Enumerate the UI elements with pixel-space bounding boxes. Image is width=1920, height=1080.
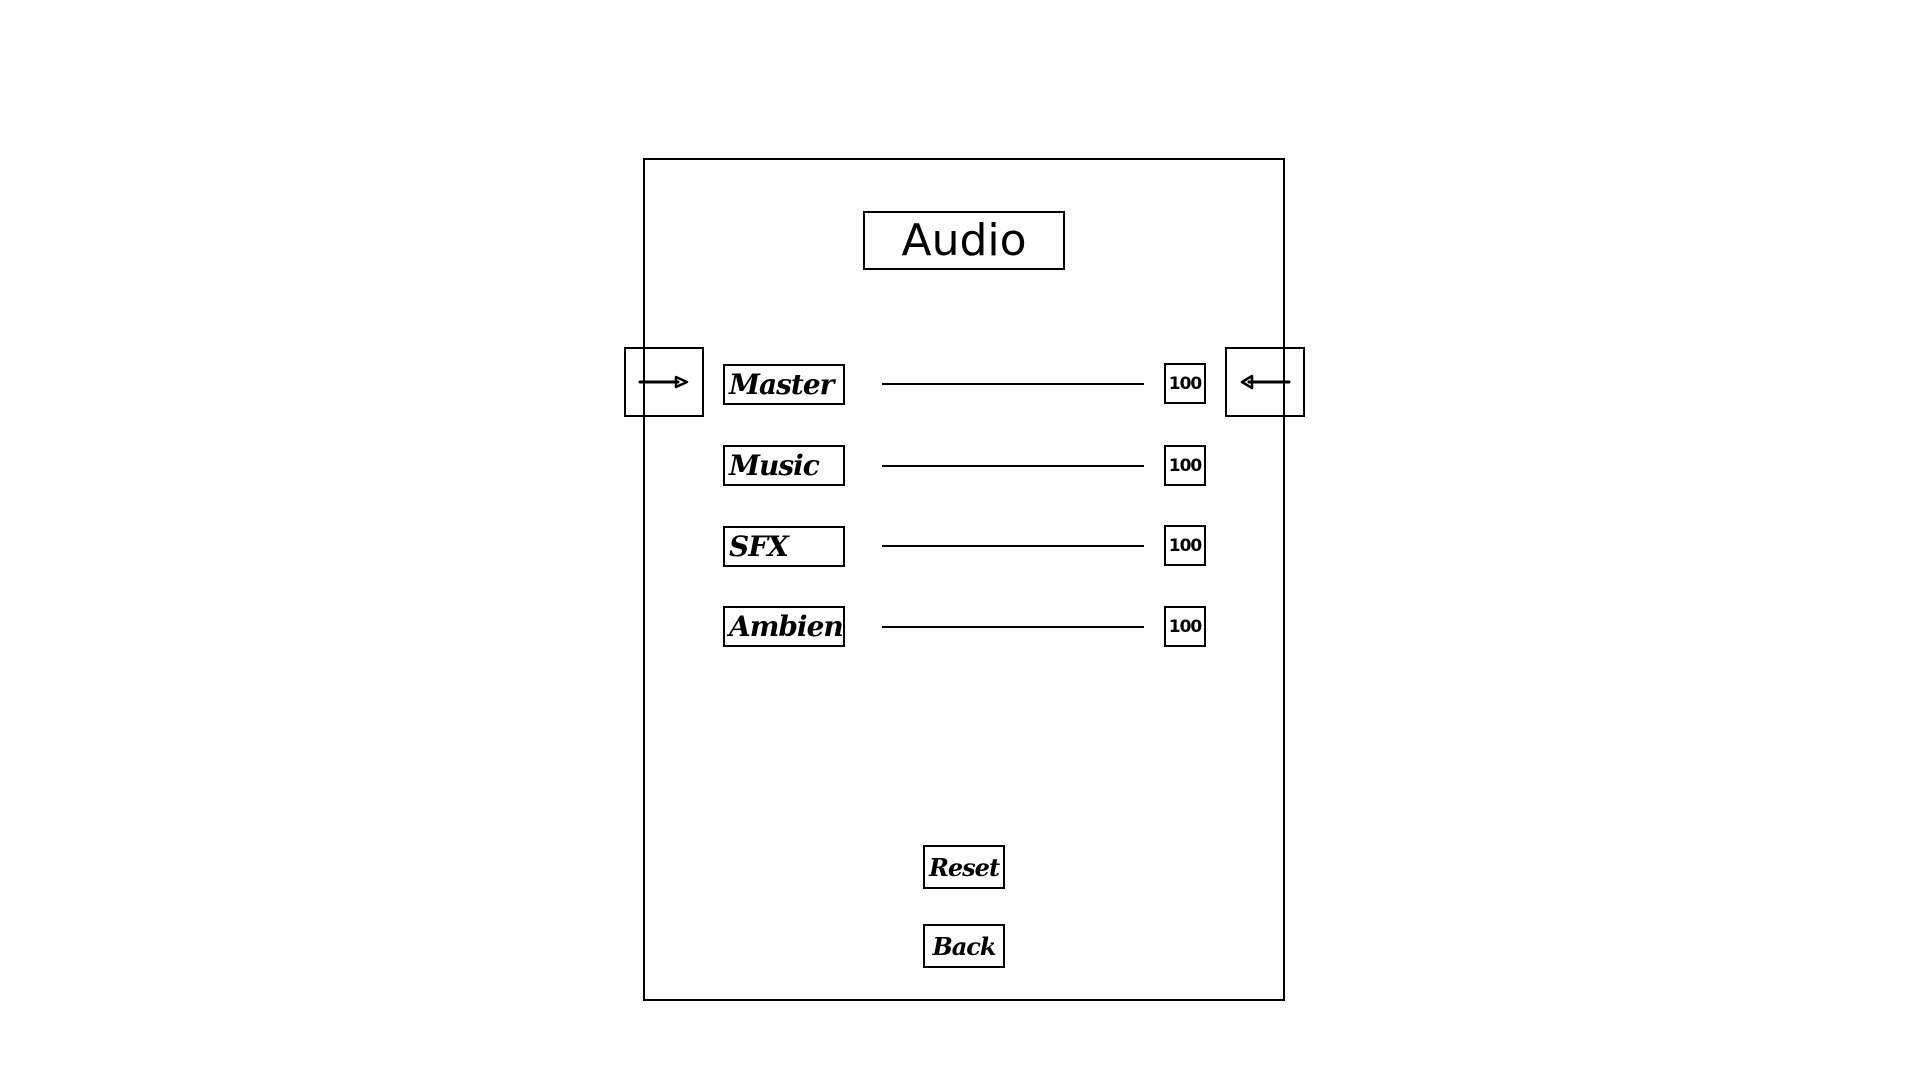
setting-label-sfx: SFX bbox=[723, 526, 845, 567]
value-sfx: 100 bbox=[1164, 525, 1206, 566]
arrow-left-icon bbox=[1239, 373, 1291, 391]
value-music: 100 bbox=[1164, 445, 1206, 486]
selection-indicator-left bbox=[624, 347, 704, 417]
selection-indicator-right bbox=[1225, 347, 1305, 417]
back-button[interactable]: Back bbox=[923, 924, 1005, 968]
slider-sfx[interactable] bbox=[882, 545, 1144, 547]
page-title: Audio bbox=[863, 211, 1065, 270]
slider-music[interactable] bbox=[882, 465, 1144, 467]
slider-master[interactable] bbox=[882, 383, 1144, 385]
slider-ambience[interactable] bbox=[882, 626, 1144, 628]
value-master: 100 bbox=[1164, 363, 1206, 404]
setting-label-ambience: Ambience bbox=[723, 606, 845, 647]
setting-label-master: Master bbox=[723, 364, 845, 405]
value-ambience: 100 bbox=[1164, 606, 1206, 647]
arrow-right-icon bbox=[638, 375, 690, 389]
setting-label-music: Music bbox=[723, 445, 845, 486]
reset-button[interactable]: Reset bbox=[923, 845, 1005, 889]
